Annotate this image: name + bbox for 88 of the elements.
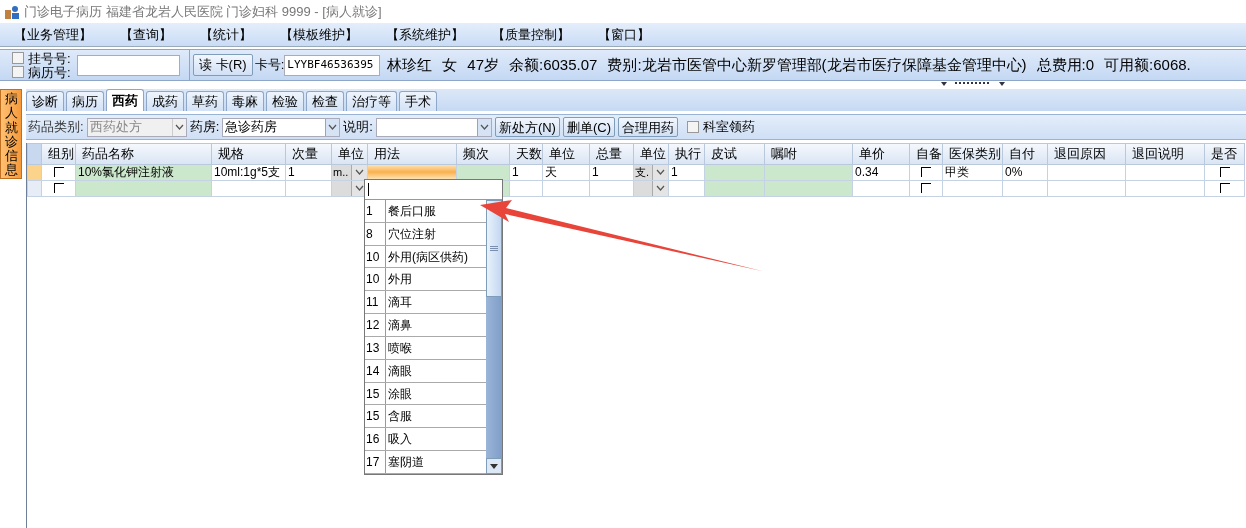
checkbox-label: 科室领药 [702, 118, 755, 137]
toolbar-button[interactable]: 合理用药 [617, 117, 678, 137]
header-corner [27, 143, 42, 164]
table-cell[interactable] [633, 180, 669, 196]
field-label: 药品类别: [28, 118, 84, 137]
patient-info-text: 余额:6035.07 [509, 54, 598, 75]
column-header[interactable]: 频次 [456, 143, 510, 164]
column-header[interactable]: 总量 [589, 143, 634, 164]
caret-icon [355, 169, 364, 175]
grip-icon [490, 246, 498, 251]
dropdown-input[interactable] [365, 180, 502, 200]
tab[interactable]: 治疗等 [346, 91, 397, 111]
caret-icon [656, 169, 665, 175]
tab[interactable]: 草药 [186, 91, 224, 111]
menu-item[interactable]: 【窗口】 [598, 24, 650, 45]
field-label: 病历号: [28, 65, 71, 79]
input-field[interactable] [76, 54, 180, 76]
column-header[interactable]: 单位 [542, 143, 590, 164]
note-select[interactable] [375, 117, 492, 137]
checkbox[interactable] [53, 183, 64, 193]
tab[interactable]: 西药 [106, 89, 144, 111]
table-cell[interactable]: m.. [331, 164, 368, 180]
checkbox[interactable] [12, 52, 24, 64]
column-header[interactable]: 次量 [285, 143, 332, 164]
patient-info-text: 费别:龙岩市医管中心新罗管理部(龙岩市医疗保障基金管理中心) [607, 54, 1027, 75]
tab[interactable]: 检查 [306, 91, 344, 111]
column-header[interactable]: 执行 [668, 143, 705, 164]
checkbox[interactable] [12, 66, 24, 78]
column-header[interactable]: 规格 [211, 143, 286, 164]
column-header[interactable]: 自备 [909, 143, 943, 164]
column-header[interactable]: 皮试 [704, 143, 765, 164]
card-number-field[interactable]: LYYBF46536395 [284, 54, 381, 76]
field-label: 挂号号: [28, 51, 71, 65]
caret-icon [355, 185, 364, 191]
app-icon [4, 3, 20, 20]
checkbox[interactable] [921, 167, 931, 177]
patient-info-text: 47岁 [467, 54, 499, 75]
checkbox[interactable] [53, 167, 64, 177]
caret-icon [174, 124, 184, 130]
side-tab[interactable]: 病人就诊信息 [0, 89, 22, 179]
checkbox[interactable] [921, 183, 931, 193]
field-label: 说明: [343, 118, 373, 137]
menu-item[interactable]: 【质量控制】 [492, 24, 570, 45]
menu-item[interactable]: 【模板维护】 [280, 24, 358, 45]
checkbox[interactable] [686, 121, 699, 133]
tab[interactable]: 诊断 [26, 91, 64, 111]
column-header[interactable]: 单位 [331, 143, 368, 164]
column-header[interactable]: 退回说明 [1125, 143, 1205, 164]
read-card-button[interactable]: 读 卡(R) [193, 54, 253, 76]
column-header[interactable]: 单价 [852, 143, 910, 164]
menu-item[interactable]: 【查询】 [120, 24, 172, 45]
tab[interactable]: 检验 [266, 91, 304, 111]
patient-info-text: 女 [442, 54, 458, 75]
caret-icon [656, 185, 665, 191]
column-header[interactable]: 自付 [1002, 143, 1048, 164]
patient-info-text: 总费用:0 [1036, 54, 1095, 75]
tab[interactable]: 毒麻 [226, 91, 264, 111]
column-header[interactable]: 医保类别 [942, 143, 1003, 164]
column-header[interactable]: 药品名称 [75, 143, 212, 164]
tab[interactable]: 成药 [146, 91, 184, 111]
column-header[interactable]: 用法 [367, 143, 457, 164]
menu-item[interactable]: 【系统维护】 [386, 24, 464, 45]
pharmacy-select[interactable]: 急诊药房 [222, 117, 341, 137]
column-header[interactable]: 单位 [633, 143, 669, 164]
patient-info-text: 林珍红 [387, 54, 433, 75]
toolbar-button[interactable]: 新处方(N) [494, 117, 560, 137]
window-title: 门诊电子病历 福建省龙岩人民医院 门诊妇科 9999 - [病人就诊] [24, 2, 382, 21]
caret-icon [479, 124, 489, 130]
toolbar-button[interactable]: 删单(C) [562, 117, 615, 137]
table-cell[interactable]: 支. [633, 164, 669, 180]
checkbox[interactable] [1219, 183, 1230, 193]
checkbox[interactable] [1219, 167, 1230, 177]
column-header[interactable]: 组别 [41, 143, 76, 164]
column-header[interactable]: 天数 [509, 143, 543, 164]
field-label: 卡号: [254, 56, 285, 75]
scroll-down-icon[interactable] [490, 463, 498, 469]
column-header[interactable]: 嘱咐 [764, 143, 853, 164]
menu-item[interactable]: 【业务管理】 [14, 24, 92, 45]
splitter-handle-icon[interactable] [941, 81, 1005, 87]
tab[interactable]: 病历 [66, 91, 104, 111]
scrollbar[interactable] [486, 200, 502, 474]
caret-icon [328, 124, 338, 130]
column-header[interactable]: 是否 [1204, 143, 1245, 164]
tab[interactable]: 手术 [399, 91, 437, 111]
field-label: 药房: [189, 118, 220, 137]
menu-item[interactable]: 【统计】 [200, 24, 252, 45]
patient-info-text: 可用额:6068. [1104, 54, 1191, 75]
column-header[interactable]: 退回原因 [1047, 143, 1126, 164]
